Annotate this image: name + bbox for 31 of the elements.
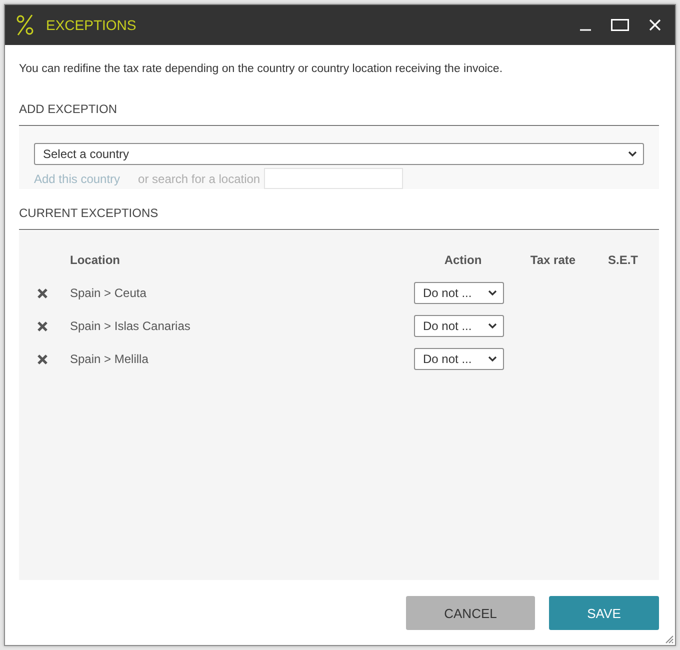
description-text: You can redifine the tax rate depending on the country or country location receiving the invoice. [19, 62, 504, 76]
window-title: EXCEPTIONS [46, 17, 136, 33]
column-header: Location [70, 253, 121, 267]
percent-icon [16, 14, 34, 36]
chevron-icon [488, 290, 497, 296]
remove-icon[interactable] [37, 288, 48, 298]
location-cell-text: Spain > Melilla [70, 352, 150, 366]
section-heading: ADD EXCEPTION [19, 102, 118, 116]
save-button[interactable]: SAVE [549, 596, 659, 630]
action-select[interactable]: Do not ... [414, 315, 504, 337]
remove-icon[interactable] [37, 320, 48, 332]
action-select[interactable]: Do not ... [414, 282, 504, 304]
column-header: S.E.T [606, 253, 639, 267]
column-header: Action [443, 253, 483, 267]
minimize-icon[interactable] [580, 29, 591, 31]
column-header: Tax rate [529, 253, 577, 267]
chevron-icon [488, 323, 497, 329]
remove-icon[interactable] [37, 354, 48, 364]
location-cell-text: Spain > Ceuta [70, 286, 148, 300]
chevron-icon [488, 356, 497, 362]
chevron-icon [628, 151, 637, 157]
action-select[interactable]: Do not ... [414, 348, 504, 370]
location-search-field[interactable] [264, 168, 404, 189]
cancel-button[interactable]: CANCEL [406, 596, 535, 630]
location-cell-text: Spain > Islas Canarias [70, 319, 192, 333]
country-select[interactable]: Select a country [34, 143, 644, 165]
close-icon[interactable] [649, 19, 661, 31]
resize-grip-icon[interactable] [665, 635, 674, 644]
section-heading: CURRENT EXCEPTIONS [19, 206, 160, 220]
maximize-icon[interactable] [611, 19, 629, 31]
search-label: or search for a location [138, 172, 260, 186]
